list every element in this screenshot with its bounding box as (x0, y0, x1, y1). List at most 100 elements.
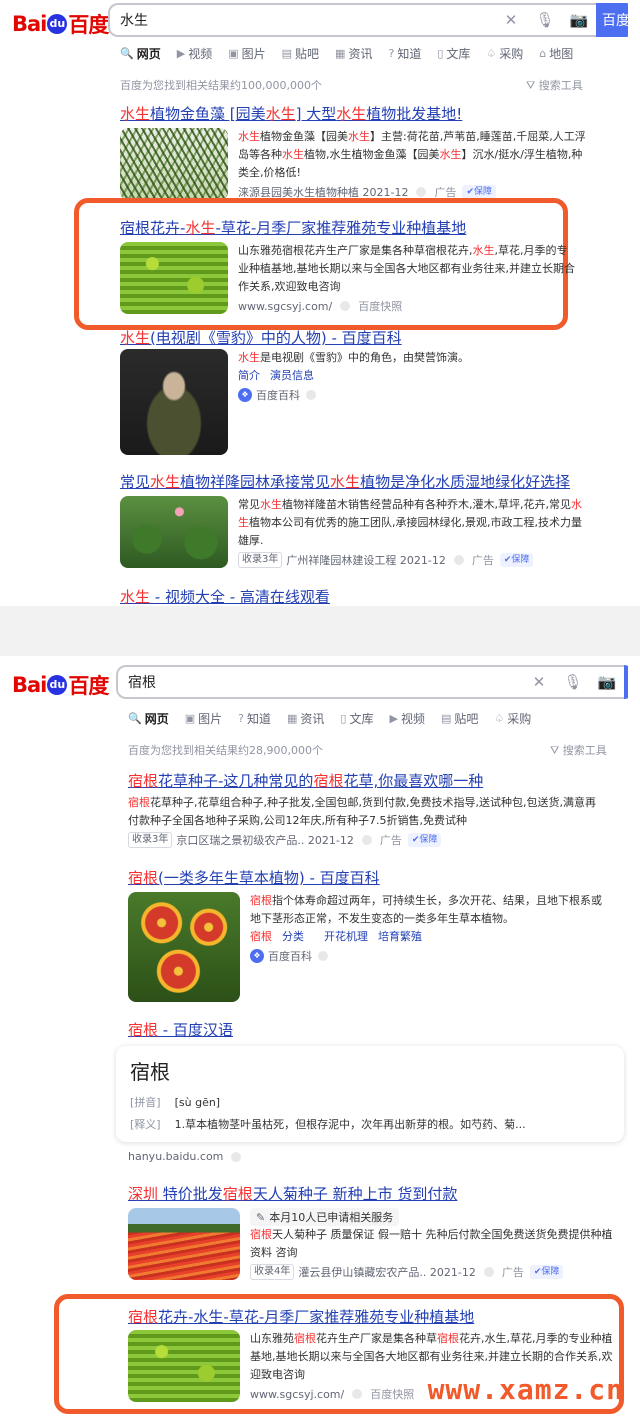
menu-dot-icon[interactable] (318, 951, 328, 961)
tab-4[interactable]: ▦ 资讯 (335, 45, 372, 62)
thumbnail-image[interactable] (120, 242, 228, 314)
thumbnail-image[interactable] (120, 496, 228, 568)
tab-5[interactable]: ? 知道 (388, 45, 421, 62)
result-url[interactable]: hanyu.baidu.com (128, 1150, 223, 1163)
thumbnail-image[interactable] (128, 1330, 240, 1402)
menu-dot-icon[interactable] (361, 835, 372, 845)
guarantee-badge[interactable]: ✔保障 (529, 1265, 564, 1279)
link-rest: 分类 (282, 930, 304, 943)
thumbnail-image[interactable] (128, 892, 240, 1002)
tab-icon: ♤ (494, 711, 505, 725)
tab-3[interactable]: ▦ 资讯 (287, 710, 324, 727)
result-title[interactable]: 宿根花卉-水生-草花-月季厂家推荐雅苑专业种植基地 (120, 217, 466, 238)
thumbnail-image[interactable] (120, 349, 228, 455)
snapshot-link[interactable]: 百度快照 (370, 1386, 414, 1402)
tab-6[interactable]: ▯ 文库 (437, 45, 470, 62)
guarantee-badge[interactable]: ✔保障 (462, 185, 497, 199)
result-title[interactable]: 宿根花卉-水生-草花-月季厂家推荐雅苑专业种植基地 (128, 1306, 474, 1327)
microphone-icon[interactable]: 🎙 (534, 9, 556, 31)
baidu-logo[interactable]: Bai du 百度 (12, 10, 109, 38)
search-tools-button[interactable]: ⛛ 搜索工具 (526, 77, 583, 93)
text-segment: 天人菊种子 新种上市 货到付款 (252, 1185, 458, 1203)
text-segment: 花草种子-这几种常见的 (158, 772, 314, 790)
tab-6[interactable]: ▤ 贴吧 (441, 710, 478, 727)
result-title[interactable]: 水生 - 视频大全 - 高清在线观看 (120, 586, 330, 606)
tab-4[interactable]: ▯ 文库 (340, 710, 373, 727)
tab-0[interactable]: 🔍 网页 (120, 45, 161, 62)
search-button[interactable]: 百度 (596, 3, 628, 37)
paw-icon: du (47, 675, 68, 695)
clear-icon[interactable]: ✕ (500, 9, 522, 31)
result-count: 百度为您找到相关结果约100,000,000个 (120, 79, 322, 92)
apply-notice[interactable]: ✎ 本月10人已申请相关服务 (250, 1208, 400, 1226)
menu-dot-icon[interactable] (340, 301, 351, 311)
shield-icon: ✔ (466, 187, 475, 197)
tab-5[interactable]: ▶ 视频 (390, 710, 425, 727)
pinyin-row: [拼音] [sù gēn] (130, 1094, 220, 1110)
camera-icon[interactable]: 📷 (596, 671, 618, 693)
menu-dot-icon[interactable] (306, 390, 316, 400)
result-url[interactable]: www.sgcsyj.com/ (250, 1388, 344, 1401)
result-url[interactable]: www.sgcsyj.com/ (238, 300, 332, 313)
link-category[interactable]: 宿根 分类 (250, 930, 314, 943)
search-tools-button[interactable]: ⛛ 搜索工具 (550, 742, 607, 758)
dictionary-card[interactable]: 宿根 [拼音] [sù gēn] [释义] 1.草本植物茎叶虽枯死，但根存泥中，次年… (116, 1046, 624, 1142)
menu-dot-icon[interactable] (453, 555, 464, 565)
snapshot-link[interactable]: 百度快照 (358, 298, 402, 314)
search-button[interactable] (624, 665, 628, 699)
search-input[interactable] (120, 12, 494, 28)
link-breeding[interactable]: 培育繁殖 (378, 930, 422, 943)
guarantee-label: 保障 (541, 1267, 560, 1277)
text-segment: 花草种子,花草组合种子,种子批发,全国包邮,货到付款,免费技术指导,送试种包,包… (128, 796, 596, 827)
result-body: 常见水生植物祥隆苗木销售经营品种有各种乔木,灌木,草坪,花卉,常见水生植物本公司… (120, 496, 590, 568)
guarantee-badge[interactable]: ✔保障 (407, 833, 442, 847)
tab-0[interactable]: 🔍 网页 (128, 710, 169, 727)
tab-label: 图片 (241, 46, 266, 61)
camera-icon[interactable]: 📷 (568, 9, 590, 31)
menu-dot-icon[interactable] (483, 1267, 494, 1277)
clear-icon[interactable]: ✕ (528, 671, 550, 693)
highlight-term: 水生 (330, 473, 361, 491)
tab-2[interactable]: ? 知道 (238, 710, 271, 727)
result-title[interactable]: 宿根(一类多年生草本植物) - 百度百科 (128, 867, 380, 888)
result-title[interactable]: 水生(电视剧《雪豹》中的人物) - 百度百科 (120, 327, 402, 348)
result-snippet: 宿根天人菊种子 质量保证 假一赔十 先种后付款全国免费送货免费提供种植资料 咨询 (250, 1226, 618, 1262)
tab-7[interactable]: ♤ 采购 (486, 45, 523, 62)
result-snippet: 常见水生植物祥隆苗木销售经营品种有各种乔木,灌木,草坪,花卉,常见水生植物本公司… (238, 496, 586, 550)
thumbnail-image[interactable] (120, 128, 228, 200)
definition-value: 1.草本植物茎叶虽枯死，但根存泥中，次年再出新芽的根。如芍药、菊... (174, 1118, 526, 1131)
tab-1[interactable]: ▶ 视频 (177, 45, 212, 62)
result-title[interactable]: 宿根花草种子-这几种常见的宿根花草,你最喜欢哪一种 (128, 770, 483, 791)
text-segment: 山东雅苑宿根花卉生产厂家是集各种草宿根花卉, (238, 244, 473, 257)
menu-dot-icon[interactable] (231, 1151, 242, 1162)
microphone-icon[interactable]: 🎙 (562, 671, 584, 693)
link-cast[interactable]: 演员信息 (270, 369, 314, 382)
tab-2[interactable]: ▣ 图片 (228, 45, 265, 62)
menu-dot-icon[interactable] (352, 1389, 363, 1399)
result-title[interactable]: 宿根 - 百度汉语 (128, 1019, 233, 1040)
link-flowering[interactable]: 开花机理 (324, 930, 368, 943)
menu-dot-icon[interactable] (416, 187, 427, 197)
highlight-term: 水生 (120, 588, 151, 606)
tab-1[interactable]: ▣ 图片 (185, 710, 222, 727)
result-snippet: 宿根花草种子,花草组合种子,种子批发,全国包邮,货到付款,免费技术指导,送试种包… (128, 794, 604, 830)
tab-icon: ▶ (176, 46, 186, 60)
result-body: 宿根指个体寿命超过两年，可持续生长，多次开花、结果，且地下根系或地下茎形态正常，… (128, 892, 618, 1002)
search-input[interactable] (128, 674, 522, 690)
result-item: 宿根 - 百度汉语 (128, 1019, 233, 1040)
thumbnail-image[interactable] (128, 1208, 240, 1280)
guarantee-badge[interactable]: ✔保障 (499, 553, 534, 567)
result-title[interactable]: 常见水生植物祥隆园林承接常见水生植物是净化水质湿地绿化好选择 (120, 471, 570, 492)
baidu-logo[interactable]: Bai du 百度 (12, 671, 109, 699)
tab-label: 视频 (188, 46, 213, 61)
tab-8[interactable]: ⌂ 地图 (539, 45, 573, 62)
highlight-term: 深圳 (128, 1185, 159, 1203)
link-intro[interactable]: 简介 (238, 369, 260, 382)
highlight-term: 宿根 (222, 1185, 253, 1203)
baike-links: 简介 演员信息 (238, 367, 469, 383)
tab-3[interactable]: ▤ 贴吧 (282, 45, 319, 62)
ad-label: 广告 (501, 1266, 524, 1279)
tab-7[interactable]: ♤ 采购 (494, 710, 531, 727)
result-title[interactable]: 深圳 特价批发宿根天人菊种子 新种上市 货到付款 (128, 1183, 457, 1204)
result-title[interactable]: 水生植物金鱼藻 [园美水生] 大型水生植物批发基地! (120, 103, 462, 124)
